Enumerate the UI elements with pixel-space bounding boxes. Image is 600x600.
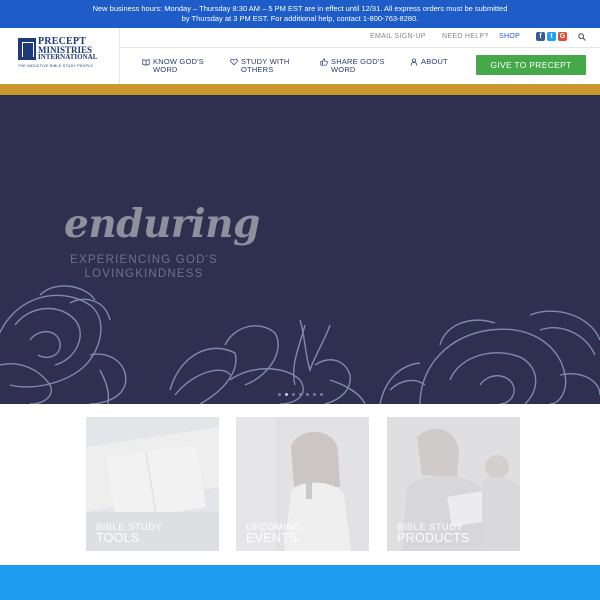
feature-cards: BIBLE STUDY TOOLS UPCOMING EVENTS BIBLE … bbox=[0, 404, 600, 564]
nav-know-gods-word[interactable]: KNOW GOD'S WORD bbox=[142, 58, 204, 74]
google-plus-icon[interactable]: G bbox=[558, 32, 567, 41]
nav-share-gods-word[interactable]: SHARE GOD'S WORD bbox=[320, 58, 385, 74]
nav-label-3b: WORD bbox=[331, 65, 356, 74]
slider-dot[interactable] bbox=[306, 393, 309, 396]
hero-slider[interactable]: enduring EXPERIENCING GOD'S LOVINGKINDNE… bbox=[0, 95, 600, 404]
hero-subtitle-line-2: LOVINGKINDNESS bbox=[84, 268, 204, 280]
hero-title: enduring bbox=[64, 201, 260, 247]
slider-dot[interactable] bbox=[292, 393, 295, 396]
slider-dot[interactable] bbox=[278, 393, 281, 396]
logo-line-3: INTERNATIONAL bbox=[38, 53, 98, 61]
logo[interactable]: PRECEPT MINISTRIES INTERNATIONAL THE IND… bbox=[0, 28, 120, 84]
search-icon[interactable] bbox=[578, 33, 586, 41]
gold-divider bbox=[0, 84, 600, 95]
give-to-precept-button[interactable]: GIVE TO PRECEPT bbox=[476, 55, 586, 75]
announcement-bar: New business hours: Monday – Thursday 8:… bbox=[0, 0, 600, 28]
thumbs-up-icon bbox=[320, 58, 328, 66]
nav-label-2b: OTHERS bbox=[241, 65, 274, 74]
heart-icon bbox=[230, 58, 238, 66]
need-help-link[interactable]: NEED HELP? bbox=[442, 33, 489, 40]
hero-subtitle: EXPERIENCING GOD'S LOVINGKINDNESS bbox=[64, 253, 224, 281]
hero-subtitle-line-1: EXPERIENCING GOD'S bbox=[70, 254, 218, 266]
utility-bar: EMAIL SIGN-UP NEED HELP? SHOP f t G bbox=[120, 28, 600, 48]
facebook-icon[interactable]: f bbox=[536, 32, 545, 41]
card-bible-study-tools[interactable]: BIBLE STUDY TOOLS bbox=[86, 417, 219, 551]
announcement-line-2: by Thursday at 3 PM EST. For additional … bbox=[181, 14, 419, 23]
book-icon bbox=[142, 59, 150, 66]
shop-link[interactable]: SHOP bbox=[499, 33, 520, 40]
card-label-line-2: PRODUCTS bbox=[397, 531, 470, 545]
nav-label-4a: ABOUT bbox=[421, 57, 448, 66]
logo-tagline: THE INDUCTIVE BIBLE STUDY PEOPLE bbox=[18, 64, 94, 68]
nav-about[interactable]: ABOUT bbox=[410, 58, 448, 66]
nav-study-with-others[interactable]: STUDY WITH OTHERS bbox=[230, 58, 290, 74]
slider-dots bbox=[278, 383, 327, 396]
announcement-line-1: New business hours: Monday – Thursday 8:… bbox=[92, 4, 508, 13]
person-icon bbox=[410, 58, 418, 66]
slider-dot[interactable] bbox=[313, 393, 316, 396]
email-signup-link[interactable]: EMAIL SIGN-UP bbox=[370, 33, 426, 40]
slider-dot-active[interactable] bbox=[285, 393, 288, 396]
nav-label-1b: WORD bbox=[153, 65, 178, 74]
slider-dot[interactable] bbox=[299, 393, 302, 396]
logo-mark-icon bbox=[18, 38, 36, 60]
slider-dot[interactable] bbox=[320, 393, 323, 396]
card-label-line-2: TOOLS bbox=[96, 531, 140, 545]
mission-band bbox=[0, 565, 600, 600]
twitter-icon[interactable]: t bbox=[547, 32, 556, 41]
card-label-line-2: EVENTS bbox=[246, 531, 298, 545]
card-bible-study-products[interactable]: BIBLE STUDY PRODUCTS bbox=[387, 417, 520, 551]
card-upcoming-events[interactable]: UPCOMING EVENTS bbox=[236, 417, 369, 551]
